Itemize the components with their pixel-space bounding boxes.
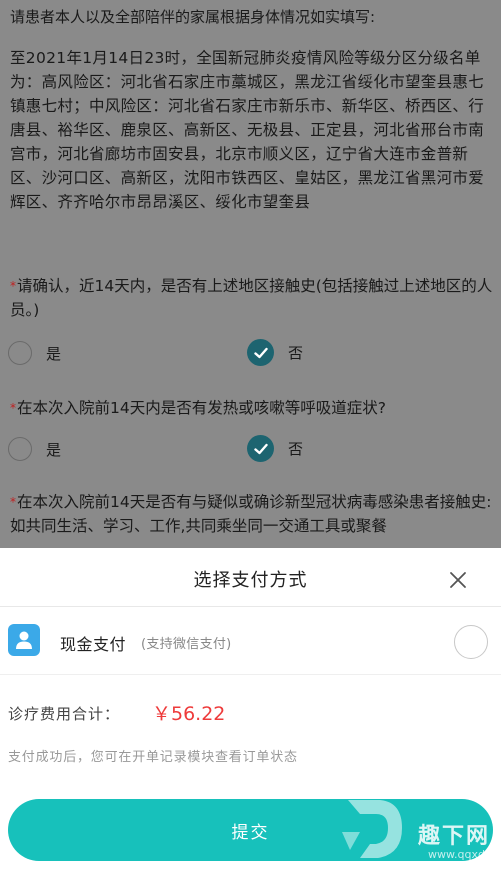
radio-unchecked[interactable] xyxy=(8,341,32,365)
option-label: 是 xyxy=(46,440,62,459)
check-icon xyxy=(253,443,268,454)
submit-button[interactable]: 提交 xyxy=(8,799,493,861)
health-form: 请患者本人以及全部陪伴的家属根据身体情况如实填写: 至2021年1月14日23时… xyxy=(0,0,501,548)
payment-sheet: 选择支付方式 现金支付 (支持微信支付) 诊疗费用合计： ￥56.22 支付成功… xyxy=(0,548,501,871)
payment-method-note: (支持微信支付) xyxy=(141,637,232,652)
sheet-title: 选择支付方式 xyxy=(193,570,308,591)
radio-checked[interactable] xyxy=(247,435,274,462)
radio-unchecked[interactable] xyxy=(8,437,32,461)
risk-area-notice: 至2021年1月14日23时，全国新冠肺炎疫情风险等级分区分级名单为：高风险区：… xyxy=(10,49,485,211)
radio-checked[interactable] xyxy=(247,339,274,366)
payment-option-cash[interactable]: 现金支付 (支持微信支付) xyxy=(0,610,501,674)
close-button[interactable] xyxy=(445,567,471,593)
option-label: 是 xyxy=(46,344,62,363)
q1-option-no[interactable]: 否 xyxy=(247,339,303,366)
q2-option-no[interactable]: 否 xyxy=(247,435,303,462)
fee-total-label: 诊疗费用合计： xyxy=(8,705,121,723)
fee-total-amount: ￥56.22 xyxy=(152,703,226,725)
required-mark: * xyxy=(10,279,16,293)
question-contact-history: *请确认，近14天内，是否有上述地区接触史(包括接触过上述地区的人员。) xyxy=(10,274,495,322)
option-label: 否 xyxy=(288,440,304,458)
close-icon[interactable] xyxy=(445,567,471,593)
question-patient-contact: *在本次入院前14天是否有与疑似或确诊新型冠状病毒感染患者接触史:如共同生活、学… xyxy=(10,490,495,538)
divider xyxy=(0,606,501,607)
check-icon xyxy=(253,347,268,358)
required-mark: * xyxy=(10,401,16,415)
q1-option-yes[interactable]: 是 xyxy=(8,341,61,365)
question-text: 在本次入院前14天内是否有发热或咳嗽等呼吸道症状? xyxy=(17,399,386,417)
q2-option-yes[interactable]: 是 xyxy=(8,437,61,461)
payment-hint: 支付成功后，您可在开单记录模块查看订单状态 xyxy=(8,750,298,765)
question-fever-symptoms: *在本次入院前14天内是否有发热或咳嗽等呼吸道症状? xyxy=(10,396,495,420)
form-intro: 请患者本人以及全部陪伴的家属根据身体情况如实填写: xyxy=(10,8,376,26)
payment-radio[interactable] xyxy=(454,625,488,659)
divider xyxy=(0,674,501,675)
wallet-icon xyxy=(8,624,40,656)
option-label: 否 xyxy=(288,344,304,362)
required-mark: * xyxy=(10,495,16,509)
payment-method-label: 现金支付 xyxy=(60,635,127,654)
question-text: 请确认，近14天内，是否有上述地区接触史(包括接触过上述地区的人员。) xyxy=(10,277,493,319)
question-text: 在本次入院前14天是否有与疑似或确诊新型冠状病毒感染患者接触史:如共同生活、学习… xyxy=(10,493,492,535)
